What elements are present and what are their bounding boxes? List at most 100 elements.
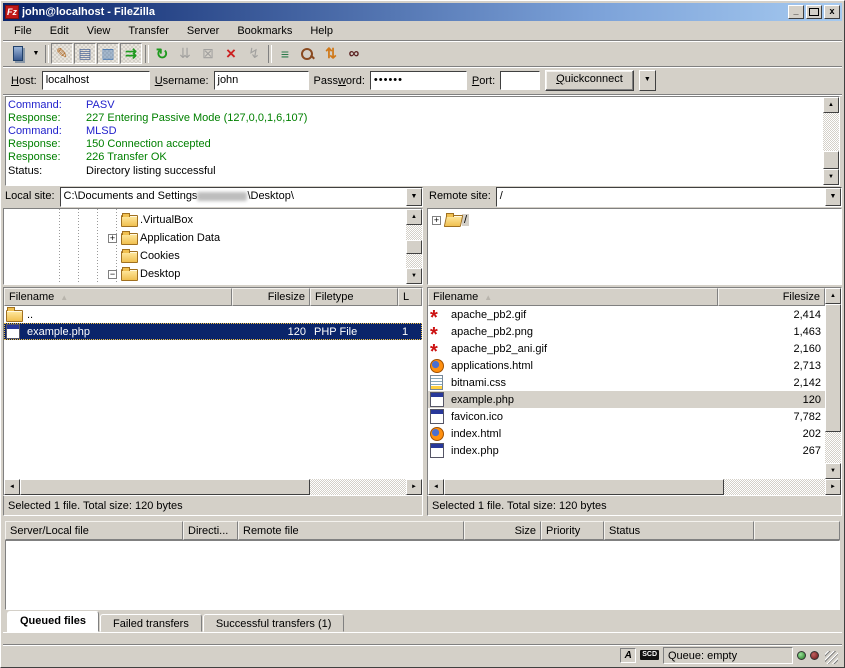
toolbar-button[interactable]: ∞	[343, 43, 365, 64]
local-status-text: Selected 1 file. Total size: 120 bytes	[3, 496, 423, 516]
column-header-filename[interactable]: Filename▲	[4, 288, 232, 306]
scroll-thumb[interactable]	[823, 151, 839, 169]
toolbar-button[interactable]: ⊠	[197, 43, 219, 64]
menu-item[interactable]: Server	[178, 22, 228, 40]
local-tree-item[interactable]: − Desktop	[4, 265, 406, 283]
menu-item[interactable]: File	[5, 22, 41, 40]
queue-tab[interactable]: Queued files	[7, 611, 99, 632]
transfer-type-indicator-icon[interactable]: A	[620, 648, 636, 663]
queue-col-remote-file[interactable]: Remote file	[238, 521, 464, 540]
close-button[interactable]: x	[824, 5, 840, 19]
local-tree-item[interactable]: + Application Data	[4, 229, 406, 247]
remote-site-combo[interactable]: / ▼	[496, 187, 842, 207]
column-header-filename[interactable]: Filename▲	[428, 288, 718, 306]
toolbar-button[interactable]: ⇊	[174, 43, 196, 64]
scroll-down-icon[interactable]: ▼	[406, 268, 422, 284]
queue-col-size[interactable]: Size	[464, 521, 541, 540]
quickconnect-button[interactable]: Quickconnect	[545, 70, 634, 91]
scroll-thumb[interactable]	[20, 479, 310, 495]
file-size: 2,414	[718, 309, 825, 321]
scroll-right-icon[interactable]: ►	[825, 479, 841, 495]
local-file-row[interactable]: example.php 120 PHP File 1	[4, 323, 422, 340]
toolbar-button[interactable]	[43, 43, 50, 64]
toolbar-button[interactable]	[7, 43, 29, 64]
scroll-left-icon[interactable]: ◄	[4, 479, 20, 495]
remote-file-row[interactable]: apache_pb2.png 1,463	[428, 323, 825, 340]
local-tree-item[interactable]: .VirtualBox	[4, 211, 406, 229]
toolbar-button[interactable]: ⇉	[120, 43, 142, 64]
scroll-right-icon[interactable]: ►	[406, 479, 422, 495]
toolbar-button[interactable]: ▥	[97, 43, 119, 64]
window-title: john@localhost - FileZilla	[22, 6, 788, 18]
menu-item[interactable]: Help	[301, 22, 342, 40]
toolbar-button[interactable]: ▤	[74, 43, 96, 64]
toolbar-button[interactable]: ↻	[151, 43, 173, 64]
maximize-button[interactable]	[806, 5, 822, 19]
resize-grip[interactable]	[825, 651, 838, 664]
queue-col-direction[interactable]: Directi...	[183, 521, 238, 540]
remote-file-row[interactable]: index.php 267	[428, 442, 825, 459]
queue-tab[interactable]: Failed transfers	[100, 614, 202, 632]
scroll-thumb[interactable]	[406, 240, 422, 254]
remote-file-row[interactable]: example.php 120	[428, 391, 825, 408]
local-tree-item[interactable]: Cookies	[4, 247, 406, 265]
menu-item[interactable]: View	[78, 22, 120, 40]
scroll-down-icon[interactable]: ▼	[825, 463, 841, 479]
toolbar-button[interactable]	[143, 43, 150, 64]
scroll-up-icon[interactable]: ▲	[406, 209, 422, 225]
combo-dropdown-icon[interactable]: ▼	[406, 188, 422, 206]
column-header-modified[interactable]: L	[398, 288, 422, 306]
menu-item[interactable]: Edit	[41, 22, 78, 40]
scroll-left-icon[interactable]: ◄	[428, 479, 444, 495]
scroll-up-icon[interactable]: ▲	[823, 97, 839, 113]
remote-file-row[interactable]: apache_pb2_ani.gif 2,160	[428, 340, 825, 357]
remote-list-hscrollbar[interactable]: ◄ ►	[428, 479, 841, 495]
remote-file-row[interactable]: favicon.ico 7,782	[428, 408, 825, 425]
tree-expander-icon[interactable]: +	[432, 216, 441, 225]
password-input[interactable]: ••••••	[370, 71, 467, 90]
column-header-filesize[interactable]: Filesize	[718, 288, 825, 306]
minimize-button[interactable]: _	[788, 5, 804, 19]
column-header-filetype[interactable]: Filetype	[310, 288, 398, 306]
toolbar-button[interactable]	[297, 43, 319, 64]
speed-limits-icon[interactable]: SCD	[640, 650, 659, 660]
scroll-up-icon[interactable]: ▲	[825, 288, 841, 304]
toolbar-button[interactable]: ✎	[51, 43, 73, 64]
remote-file-row[interactable]: index.html 202	[428, 425, 825, 442]
host-input[interactable]: localhost	[42, 71, 150, 90]
toolbar-button[interactable]: ≡	[274, 43, 296, 64]
queue-list[interactable]	[5, 540, 840, 610]
toolbar-button[interactable]: ⇅	[320, 43, 342, 64]
local-tree-scrollbar[interactable]: ▲ ▼	[406, 209, 422, 284]
toolbar-button[interactable]: ↯	[243, 43, 265, 64]
queue-col-status[interactable]: Status	[604, 521, 754, 540]
username-input[interactable]: john	[214, 71, 309, 90]
remote-file-row[interactable]: apache_pb2.gif 2,414	[428, 306, 825, 323]
log-scrollbar[interactable]: ▲ ▼	[823, 97, 839, 185]
remote-file-row[interactable]: applications.html 2,713	[428, 357, 825, 374]
remote-status-text: Selected 1 file. Total size: 120 bytes	[427, 496, 842, 516]
toolbar-button[interactable]: ×	[220, 43, 242, 64]
queue-col-server-local[interactable]: Server/Local file	[5, 521, 183, 540]
queue-tab[interactable]: Successful transfers (1)	[203, 614, 345, 632]
menu-item[interactable]: Bookmarks	[228, 22, 301, 40]
remote-tree-item[interactable]: + /	[428, 211, 841, 229]
local-list-hscrollbar[interactable]: ◄ ►	[4, 479, 422, 495]
queue-col-priority[interactable]: Priority	[541, 521, 604, 540]
menu-item[interactable]: Transfer	[119, 22, 178, 40]
remote-file-row[interactable]: bitnami.css 2,142	[428, 374, 825, 391]
toolbar-button[interactable]	[266, 43, 273, 64]
local-file-row[interactable]: ..	[4, 306, 422, 323]
scroll-thumb[interactable]	[444, 479, 724, 495]
column-header-filesize[interactable]: Filesize	[232, 288, 310, 306]
remote-list-scrollbar[interactable]: ▲ ▼	[825, 288, 841, 479]
toolbar-button[interactable]: ▼	[30, 43, 42, 64]
local-site-combo[interactable]: C:\Documents and Settings\Desktop\ ▼	[60, 187, 423, 207]
tree-expander-icon[interactable]: −	[108, 270, 117, 279]
scroll-thumb[interactable]	[825, 304, 841, 432]
scroll-down-icon[interactable]: ▼	[823, 169, 839, 185]
combo-dropdown-icon[interactable]: ▼	[825, 188, 841, 206]
quickconnect-dropdown[interactable]: ▼	[639, 70, 656, 91]
tree-expander-icon[interactable]: +	[108, 234, 117, 243]
port-input[interactable]	[500, 71, 540, 90]
